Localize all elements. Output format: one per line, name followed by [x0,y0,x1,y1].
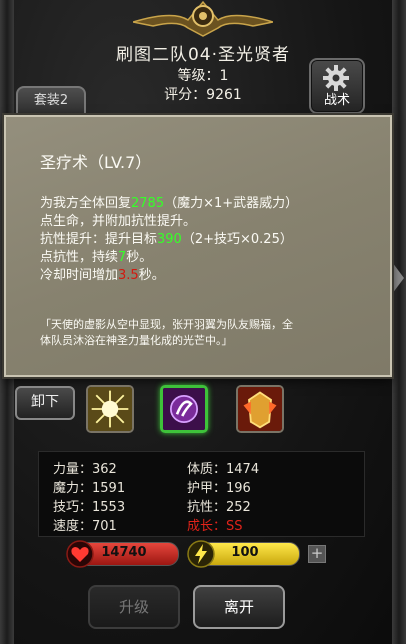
flavor-line-2: 体队员沐浴在神圣力量化成的光芒中。」 [40,334,233,347]
score-value: 9261 [206,87,242,103]
cooldown-line: 冷却时间增加3.5秒。 [40,267,380,285]
stat-label: 速度： [53,519,93,534]
stat-constitution: 体质：1474 [187,458,259,477]
stat-armor: 护甲：196 [187,477,251,496]
skill-description: 为我方全体回复2785（魔力×1+武器威力） 点生命，并附加抗性提升。 抗性提升… [40,195,380,285]
tactics-label: 战术 [323,93,350,108]
unequip-button[interactable]: 卸下 [15,386,75,420]
stat-strength: 力量：362 [53,458,117,477]
resist-value: 390 [157,232,182,247]
stat-value: 701 [92,519,117,534]
skill-title: 圣疗术（LV.7） [40,153,152,172]
heal-suffix: （魔力×1+武器威力） [164,196,299,211]
stat-label: 体质： [187,462,227,477]
gear-icon [323,65,349,91]
stat-value: 1591 [92,481,126,496]
stat-value: 196 [226,481,251,496]
holy-heal-icon[interactable] [160,385,208,433]
heal-prefix: 为我方全体回复 [40,196,132,211]
hp-bar: 14740 [66,540,179,568]
stat-value: 1474 [226,462,260,477]
heal-line: 为我方全体回复2785（魔力×1+武器威力） [40,195,380,213]
hero-stats-panel: 力量：362 体质：1474 魔力：1591 护甲：196 技巧：1553 抗性… [38,451,365,537]
score-label: 评分： [164,87,207,103]
resist-prefix: 抗性提升：提升目标 [40,232,158,247]
crest-emblem-icon [133,0,273,37]
upgrade-button[interactable]: 升级 [88,585,180,629]
level-label: 等级： [177,68,220,84]
stat-value: SS [226,519,243,534]
cooldown-value: 3.5 [118,268,139,283]
angel-armor-icon[interactable] [236,385,284,433]
duration-suffix: 秒。 [126,250,153,265]
energy-value: 100 [231,545,259,560]
resist-line: 抗性提升：提升目标390（2+技巧×0.25） [40,231,380,249]
tactics-button[interactable]: 战术 [309,58,365,114]
skill-flavor-text: 「天使的虚影从空中显现，张开羽翼为队友赐福，全 体队员沐浴在神圣力量化成的光芒中… [40,317,380,349]
stat-label: 抗性： [187,500,227,515]
level-value: 1 [219,68,229,84]
skill-tooltip-panel: 圣疗术（LV.7） 为我方全体回复2785（魔力×1+武器威力） 点生命，并附加… [4,115,392,377]
stat-label: 力量： [53,462,93,477]
flavor-line-1: 「天使的虚影从空中显现，张开羽翼为队友赐福，全 [40,318,293,331]
resist-suffix: （2+技巧×0.25） [181,232,293,247]
stat-growth: 成长：SS [187,515,243,534]
hp-value: 14740 [101,545,147,560]
stat-speed: 速度：701 [53,515,117,534]
add-energy-button[interactable]: + [308,545,326,563]
energy-bar: 100 [187,540,300,568]
stat-label: 技巧： [53,500,93,515]
stat-value: 362 [92,462,117,477]
stat-label: 护甲： [187,481,227,496]
holy-burst-icon[interactable] [86,385,134,433]
cooldown-prefix: 冷却时间增加 [40,268,119,283]
set-tab[interactable]: 套装2 [16,86,86,118]
next-arrow-icon[interactable] [392,262,404,294]
heal-line-2: 点生命，并附加抗性提升。 [40,214,197,229]
stat-label: 魔力： [53,481,93,496]
cooldown-suffix: 秒。 [138,268,165,283]
heal-value: 2785 [131,196,165,211]
stat-skill: 技巧：1553 [53,496,125,515]
stat-magic: 魔力：1591 [53,477,125,496]
stat-label: 成长： [187,519,227,534]
stat-resistance: 抗性：252 [187,496,251,515]
duration-line: 点抗性，持续7秒。 [40,249,380,267]
duration-prefix: 点抗性，持续 [40,250,119,265]
leave-button[interactable]: 离开 [193,585,285,629]
stat-value: 1553 [92,500,126,515]
stat-value: 252 [226,500,251,515]
